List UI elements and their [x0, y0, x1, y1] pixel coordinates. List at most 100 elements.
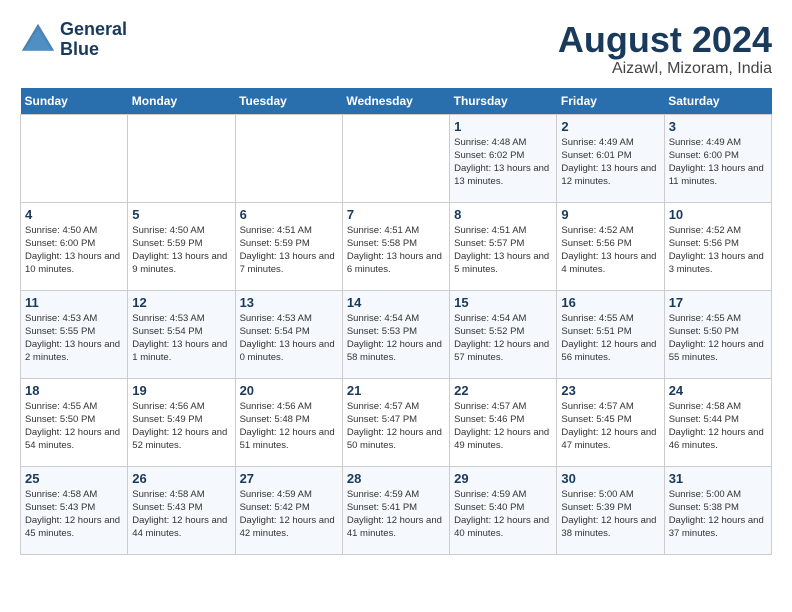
calendar-cell: 16 Sunrise: 4:55 AM Sunset: 5:51 PM Dayli…	[557, 290, 664, 378]
day-info: Sunrise: 4:55 AM Sunset: 5:50 PM Dayligh…	[25, 400, 123, 453]
calendar-week-row: 4 Sunrise: 4:50 AM Sunset: 6:00 PM Daylig…	[21, 202, 772, 290]
day-number: 23	[561, 383, 659, 398]
calendar-cell: 13 Sunrise: 4:53 AM Sunset: 5:54 PM Dayli…	[235, 290, 342, 378]
day-number: 3	[669, 119, 767, 134]
day-info: Sunrise: 4:56 AM Sunset: 5:48 PM Dayligh…	[240, 400, 338, 453]
day-number: 22	[454, 383, 552, 398]
calendar-cell: 17Sunrise: 4:55 AM Sunset: 5:50 PM Dayli…	[664, 290, 771, 378]
day-number: 27	[240, 471, 338, 486]
month-title: August 2024	[558, 20, 772, 60]
day-info: Sunrise: 4:49 AM Sunset: 6:01 PM Dayligh…	[561, 136, 659, 189]
calendar-cell: 14Sunrise: 4:54 AM Sunset: 5:53 PM Dayli…	[342, 290, 449, 378]
page-header: General Blue August 2024 Aizawl, Mizoram…	[20, 20, 772, 78]
day-number: 9	[561, 207, 659, 222]
calendar-cell: 23 Sunrise: 4:57 AM Sunset: 5:45 PM Dayli…	[557, 378, 664, 466]
day-info: Sunrise: 4:55 AM Sunset: 5:51 PM Dayligh…	[561, 312, 659, 365]
day-info: Sunrise: 4:58 AM Sunset: 5:43 PM Dayligh…	[132, 488, 230, 541]
calendar-cell: 28 Sunrise: 4:59 AM Sunset: 5:41 PM Dayli…	[342, 466, 449, 554]
day-number: 19	[132, 383, 230, 398]
day-number: 30	[561, 471, 659, 486]
header-wednesday: Wednesday	[342, 88, 449, 115]
day-info: Sunrise: 4:57 AM Sunset: 5:46 PM Dayligh…	[454, 400, 552, 453]
location-subtitle: Aizawl, Mizoram, India	[558, 60, 772, 78]
day-info: Sunrise: 5:00 AM Sunset: 5:38 PM Dayligh…	[669, 488, 767, 541]
day-info: Sunrise: 4:51 AM Sunset: 5:58 PM Dayligh…	[347, 224, 445, 277]
calendar-week-row: 11 Sunrise: 4:53 AM Sunset: 5:55 PM Dayli…	[21, 290, 772, 378]
calendar-cell: 19Sunrise: 4:56 AM Sunset: 5:49 PM Dayli…	[128, 378, 235, 466]
day-info: Sunrise: 4:51 AM Sunset: 5:57 PM Dayligh…	[454, 224, 552, 277]
day-number: 14	[347, 295, 445, 310]
day-info: Sunrise: 4:57 AM Sunset: 5:47 PM Dayligh…	[347, 400, 445, 453]
day-info: Sunrise: 4:52 AM Sunset: 5:56 PM Dayligh…	[669, 224, 767, 277]
day-number: 11	[25, 295, 123, 310]
day-number: 31	[669, 471, 767, 486]
logo-text: General Blue	[60, 20, 127, 60]
day-info: Sunrise: 4:59 AM Sunset: 5:40 PM Dayligh…	[454, 488, 552, 541]
day-number: 21	[347, 383, 445, 398]
day-number: 4	[25, 207, 123, 222]
day-info: Sunrise: 4:54 AM Sunset: 5:52 PM Dayligh…	[454, 312, 552, 365]
calendar-cell: 27 Sunrise: 4:59 AM Sunset: 5:42 PM Dayli…	[235, 466, 342, 554]
day-info: Sunrise: 4:53 AM Sunset: 5:55 PM Dayligh…	[25, 312, 123, 365]
day-info: Sunrise: 4:49 AM Sunset: 6:00 PM Dayligh…	[669, 136, 767, 189]
header-saturday: Saturday	[664, 88, 771, 115]
day-number: 20	[240, 383, 338, 398]
header-tuesday: Tuesday	[235, 88, 342, 115]
day-info: Sunrise: 4:57 AM Sunset: 5:45 PM Dayligh…	[561, 400, 659, 453]
title-block: August 2024 Aizawl, Mizoram, India	[558, 20, 772, 78]
day-number: 15	[454, 295, 552, 310]
calendar-cell	[235, 114, 342, 202]
day-number: 25	[25, 471, 123, 486]
logo-icon	[20, 22, 56, 58]
calendar-cell: 9 Sunrise: 4:52 AM Sunset: 5:56 PM Daylig…	[557, 202, 664, 290]
day-number: 8	[454, 207, 552, 222]
calendar-header-row: SundayMondayTuesdayWednesdayThursdayFrid…	[21, 88, 772, 115]
calendar-cell	[21, 114, 128, 202]
day-number: 28	[347, 471, 445, 486]
calendar-week-row: 18Sunrise: 4:55 AM Sunset: 5:50 PM Dayli…	[21, 378, 772, 466]
day-info: Sunrise: 4:58 AM Sunset: 5:43 PM Dayligh…	[25, 488, 123, 541]
calendar-cell: 3 Sunrise: 4:49 AM Sunset: 6:00 PM Daylig…	[664, 114, 771, 202]
day-number: 24	[669, 383, 767, 398]
calendar-week-row: 25 Sunrise: 4:58 AM Sunset: 5:43 PM Dayli…	[21, 466, 772, 554]
day-number: 10	[669, 207, 767, 222]
day-info: Sunrise: 4:59 AM Sunset: 5:41 PM Dayligh…	[347, 488, 445, 541]
calendar-table: SundayMondayTuesdayWednesdayThursdayFrid…	[20, 88, 772, 555]
calendar-cell: 11 Sunrise: 4:53 AM Sunset: 5:55 PM Dayli…	[21, 290, 128, 378]
calendar-cell: 18Sunrise: 4:55 AM Sunset: 5:50 PM Dayli…	[21, 378, 128, 466]
calendar-cell: 6 Sunrise: 4:51 AM Sunset: 5:59 PM Daylig…	[235, 202, 342, 290]
calendar-cell: 2 Sunrise: 4:49 AM Sunset: 6:01 PM Daylig…	[557, 114, 664, 202]
day-number: 5	[132, 207, 230, 222]
day-info: Sunrise: 4:52 AM Sunset: 5:56 PM Dayligh…	[561, 224, 659, 277]
day-info: Sunrise: 4:53 AM Sunset: 5:54 PM Dayligh…	[240, 312, 338, 365]
logo-line1: General	[60, 19, 127, 39]
calendar-cell: 12Sunrise: 4:53 AM Sunset: 5:54 PM Dayli…	[128, 290, 235, 378]
day-number: 6	[240, 207, 338, 222]
day-number: 12	[132, 295, 230, 310]
calendar-cell: 10 Sunrise: 4:52 AM Sunset: 5:56 PM Dayli…	[664, 202, 771, 290]
calendar-cell: 26 Sunrise: 4:58 AM Sunset: 5:43 PM Dayli…	[128, 466, 235, 554]
calendar-cell: 22 Sunrise: 4:57 AM Sunset: 5:46 PM Dayli…	[450, 378, 557, 466]
calendar-cell: 29 Sunrise: 4:59 AM Sunset: 5:40 PM Dayli…	[450, 466, 557, 554]
calendar-cell: 8 Sunrise: 4:51 AM Sunset: 5:57 PM Daylig…	[450, 202, 557, 290]
calendar-cell: 30Sunrise: 5:00 AM Sunset: 5:39 PM Dayli…	[557, 466, 664, 554]
calendar-cell: 1Sunrise: 4:48 AM Sunset: 6:02 PM Daylig…	[450, 114, 557, 202]
day-info: Sunrise: 4:50 AM Sunset: 6:00 PM Dayligh…	[25, 224, 123, 277]
header-sunday: Sunday	[21, 88, 128, 115]
day-number: 16	[561, 295, 659, 310]
day-number: 17	[669, 295, 767, 310]
day-number: 26	[132, 471, 230, 486]
day-info: Sunrise: 4:48 AM Sunset: 6:02 PM Dayligh…	[454, 136, 552, 189]
day-number: 29	[454, 471, 552, 486]
calendar-cell	[342, 114, 449, 202]
day-number: 13	[240, 295, 338, 310]
calendar-cell: 20 Sunrise: 4:56 AM Sunset: 5:48 PM Dayli…	[235, 378, 342, 466]
calendar-week-row: 1Sunrise: 4:48 AM Sunset: 6:02 PM Daylig…	[21, 114, 772, 202]
day-number: 2	[561, 119, 659, 134]
day-info: Sunrise: 4:59 AM Sunset: 5:42 PM Dayligh…	[240, 488, 338, 541]
calendar-cell: 4 Sunrise: 4:50 AM Sunset: 6:00 PM Daylig…	[21, 202, 128, 290]
calendar-cell	[128, 114, 235, 202]
calendar-cell: 7Sunrise: 4:51 AM Sunset: 5:58 PM Daylig…	[342, 202, 449, 290]
day-info: Sunrise: 4:51 AM Sunset: 5:59 PM Dayligh…	[240, 224, 338, 277]
calendar-cell: 24Sunrise: 4:58 AM Sunset: 5:44 PM Dayli…	[664, 378, 771, 466]
